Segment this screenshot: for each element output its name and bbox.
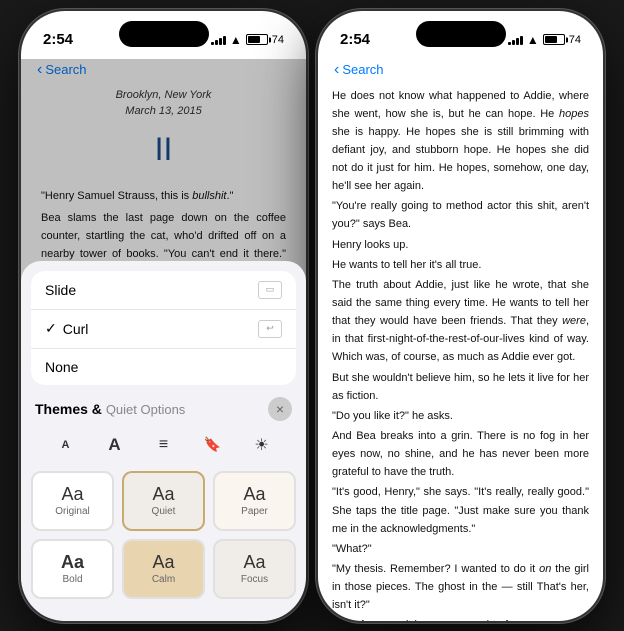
- back-label-right: Search: [342, 62, 383, 77]
- menu-item-curl[interactable]: ✓ Curl ↩: [31, 310, 296, 349]
- theme-bold-aa: Aa: [61, 553, 84, 571]
- theme-original-label: Original: [55, 506, 89, 517]
- theme-quiet-aa: Aa: [152, 485, 174, 503]
- right-para-12: And of course, it is. ught of: [332, 616, 589, 620]
- theme-paper-aa: Aa: [243, 485, 265, 503]
- wifi-icon-right: ▲: [527, 33, 539, 47]
- time-right: 2:54: [340, 31, 370, 48]
- right-para-9: "It's good, Henry," she says. "It's real…: [332, 483, 589, 537]
- signal-icon-right: [508, 35, 523, 45]
- right-book-content: He does not know what happened to Addie,…: [318, 87, 603, 621]
- theme-bold[interactable]: Aa Bold: [31, 539, 114, 599]
- right-para-1: He does not know what happened to Addie,…: [332, 87, 589, 196]
- theme-calm-label: Calm: [152, 574, 175, 585]
- alignment-button[interactable]: ≡: [146, 431, 182, 459]
- theme-original[interactable]: Aa Original: [31, 471, 114, 531]
- dynamic-island: [119, 21, 209, 47]
- right-para-2: "You're really going to method actor thi…: [332, 197, 589, 233]
- phones-container: 2:54 ▲ 74 ‹ Sear: [11, 1, 613, 631]
- right-para-8: And Bea breaks into a grin. There is no …: [332, 427, 589, 481]
- themes-header: Themes & Quiet Options ×: [21, 391, 306, 425]
- right-para-7: "Do you like it?" he asks.: [332, 407, 589, 425]
- back-arrow-icon-right: ‹: [334, 61, 339, 79]
- theme-calm-aa: Aa: [152, 553, 174, 571]
- slide-label: Slide: [45, 282, 76, 298]
- right-para-11: "My thesis. Remember? I wanted to do it …: [332, 560, 589, 614]
- check-icon: ✓: [45, 320, 57, 337]
- right-phone: 2:54 ▲ 74 ‹ Sear: [318, 11, 603, 621]
- right-para-5: The truth about Addie, just like he wrot…: [332, 276, 589, 367]
- right-para-3: Henry looks up.: [332, 236, 589, 254]
- battery-icon-right: [543, 34, 565, 45]
- theme-focus-label: Focus: [241, 574, 268, 585]
- font-large-label: A: [108, 435, 120, 455]
- theme-cards-grid: Aa Original Aa Quiet Aa Paper Aa Bold Aa: [21, 465, 306, 605]
- theme-calm[interactable]: Aa Calm: [122, 539, 205, 599]
- theme-focus[interactable]: Aa Focus: [213, 539, 296, 599]
- theme-focus-aa: Aa: [243, 553, 265, 571]
- dynamic-island-right: [416, 21, 506, 47]
- battery-icon: [246, 34, 268, 45]
- nav-bar-right: ‹ Search: [318, 59, 603, 87]
- status-icons-right: ▲ 74: [508, 33, 581, 47]
- transition-menu: Slide ▭ ✓ Curl ↩: [31, 271, 296, 385]
- curl-icon: ↩: [258, 320, 282, 338]
- theme-paper[interactable]: Aa Paper: [213, 471, 296, 531]
- wifi-icon: ▲: [230, 33, 242, 47]
- time-left: 2:54: [43, 31, 73, 48]
- font-increase-button[interactable]: A: [97, 431, 133, 459]
- battery-pct: 74: [272, 34, 284, 46]
- theme-quiet-label: Quiet: [152, 506, 176, 517]
- none-label: None: [45, 359, 78, 375]
- right-para-4: He wants to tell her it's all true.: [332, 256, 589, 274]
- battery-pct-right: 74: [569, 34, 581, 46]
- reading-toolbar: A A ≡ 🔖 ☀: [31, 425, 296, 465]
- font-small-label: A: [62, 439, 70, 451]
- back-button-right[interactable]: ‹ Search: [334, 61, 384, 79]
- right-para-6: But she wouldn't believe him, so he lets…: [332, 369, 589, 405]
- themes-title: Themes &: [35, 401, 102, 417]
- theme-bold-label: Bold: [62, 574, 82, 585]
- theme-quiet[interactable]: Aa Quiet: [122, 471, 205, 531]
- overlay-panel: Slide ▭ ✓ Curl ↩: [21, 261, 306, 621]
- signal-icon: [211, 35, 226, 45]
- left-phone: 2:54 ▲ 74 ‹ Sear: [21, 11, 306, 621]
- bookmark-icon: 🔖: [204, 436, 221, 453]
- brightness-button[interactable]: ☀: [244, 431, 280, 459]
- brightness-icon: ☀: [254, 435, 268, 455]
- slide-icon: ▭: [258, 281, 282, 299]
- quiet-options-label: Quiet Options: [106, 402, 186, 417]
- font-decrease-button[interactable]: A: [48, 431, 84, 459]
- right-para-10: "What?": [332, 540, 589, 558]
- bookmark-button[interactable]: 🔖: [195, 431, 231, 459]
- menu-item-slide[interactable]: Slide ▭: [31, 271, 296, 310]
- menu-item-none[interactable]: None: [31, 349, 296, 385]
- alignment-icon: ≡: [159, 436, 168, 454]
- theme-paper-label: Paper: [241, 506, 268, 517]
- curl-label: Curl: [63, 321, 89, 337]
- theme-original-aa: Aa: [61, 485, 83, 503]
- close-button[interactable]: ×: [268, 397, 292, 421]
- status-icons-left: ▲ 74: [211, 33, 284, 47]
